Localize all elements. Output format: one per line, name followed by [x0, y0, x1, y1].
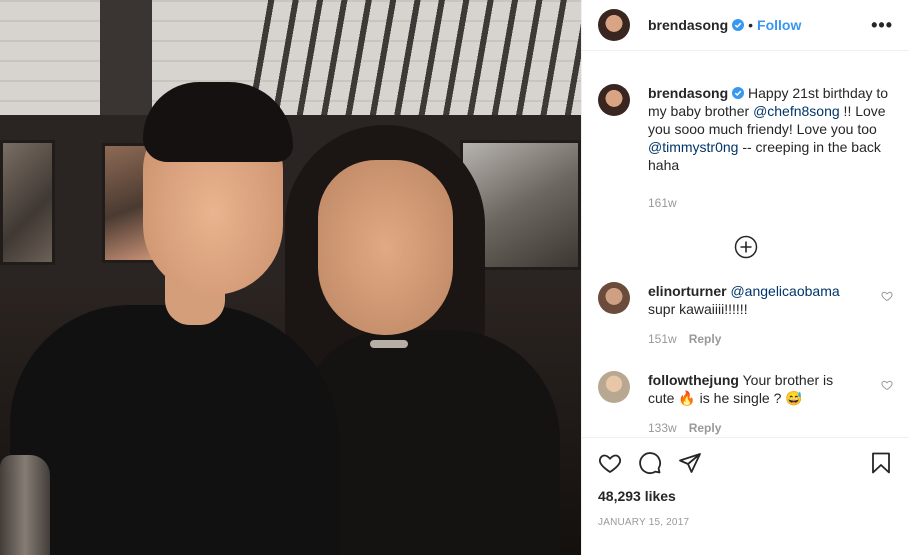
likes-count[interactable]: 48,293 likes — [598, 488, 893, 504]
comment-item: elinorturner @angelicaobama supr kawaiii… — [598, 282, 893, 348]
verified-badge-icon — [732, 19, 745, 31]
caption-mention-chefn8song[interactable]: @chefn8song — [753, 103, 840, 119]
load-more-comments — [598, 235, 893, 259]
caption-mention-timmystr0ng[interactable]: @timmystr0ng — [648, 139, 738, 155]
comment-username[interactable]: followthejung — [648, 372, 739, 388]
comment-meta: 133w Reply — [648, 419, 853, 437]
comment-body: elinorturner @angelicaobama supr kawaiii… — [648, 282, 853, 348]
comment-age[interactable]: 133w — [648, 421, 677, 435]
comment-username[interactable]: elinorturner — [648, 283, 727, 299]
plus-circle-icon[interactable] — [734, 235, 758, 259]
header-dot-separator: • — [748, 17, 754, 33]
comment-mention[interactable]: @angelicaobama — [730, 283, 839, 299]
post-header: brendasong • Follow ••• — [582, 0, 909, 51]
photo-wine-glass — [0, 455, 50, 555]
comment-text: supr kawaiiii!!!!!! — [648, 301, 748, 317]
more-options-icon[interactable]: ••• — [871, 15, 893, 36]
like-heart-icon[interactable] — [598, 451, 622, 475]
post-date[interactable]: JANUARY 15, 2017 — [598, 517, 893, 528]
photo-beam — [100, 0, 152, 120]
post-side-panel: brendasong • Follow ••• brendasong Happy… — [581, 0, 909, 555]
commenter-avatar[interactable] — [598, 282, 630, 314]
follow-button[interactable]: Follow — [757, 17, 801, 33]
action-icons-row — [598, 438, 893, 488]
photo-wall-detail — [250, 0, 581, 120]
instagram-post: brendasong • Follow ••• brendasong Happy… — [0, 0, 909, 555]
caption-author-avatar[interactable] — [598, 84, 630, 116]
post-caption: brendasong Happy 21st birthday to my bab… — [598, 51, 893, 212]
reply-button[interactable]: Reply — [689, 332, 722, 346]
caption-age[interactable]: 161w — [648, 194, 893, 212]
save-bookmark-icon[interactable] — [869, 451, 893, 475]
comment-meta: 151w Reply — [648, 330, 853, 348]
comments-section[interactable]: brendasong Happy 21st birthday to my bab… — [582, 51, 909, 437]
comment-body: followthejung Your brother is cute 🔥 is … — [648, 371, 853, 437]
author-avatar[interactable] — [598, 9, 630, 41]
author-username[interactable]: brendasong — [648, 17, 728, 33]
share-send-icon[interactable] — [678, 451, 702, 475]
caption-body: brendasong Happy 21st birthday to my bab… — [648, 84, 893, 212]
post-actions: 48,293 likes JANUARY 15, 2017 — [582, 437, 909, 555]
photo-woman-face — [318, 160, 453, 335]
photo-necklace — [370, 340, 408, 348]
post-photo[interactable] — [0, 0, 581, 555]
verified-badge-icon — [732, 87, 745, 99]
comment-item: followthejung Your brother is cute 🔥 is … — [598, 371, 893, 437]
comment-like-heart-icon[interactable] — [881, 290, 893, 302]
reply-button[interactable]: Reply — [689, 421, 722, 435]
commenter-avatar[interactable] — [598, 371, 630, 403]
comment-like-heart-icon[interactable] — [881, 379, 893, 391]
caption-username[interactable]: brendasong — [648, 85, 728, 101]
photo-window-left — [0, 140, 55, 265]
photo-man-body — [10, 305, 340, 555]
comment-bubble-icon[interactable] — [638, 451, 662, 475]
comment-age[interactable]: 151w — [648, 332, 677, 346]
